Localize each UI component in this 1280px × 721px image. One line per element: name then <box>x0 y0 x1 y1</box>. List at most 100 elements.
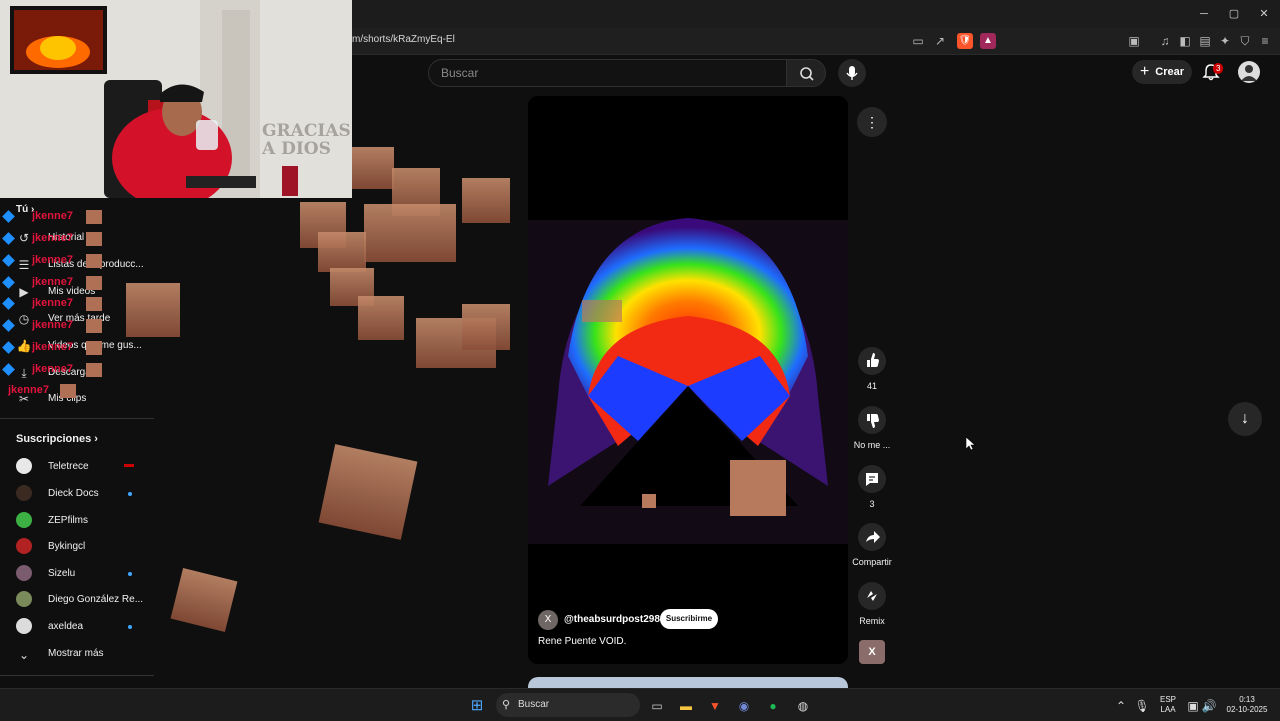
subscription-item[interactable]: Bykingcl <box>0 538 154 558</box>
subscription-name: Teletrece <box>48 461 89 472</box>
chat-username: jkenne7 <box>32 232 73 244</box>
remix-button[interactable] <box>858 582 886 610</box>
taskbar-search[interactable]: ⚲ Buscar <box>496 693 640 717</box>
channel-avatar-axeldea <box>16 618 32 634</box>
share-page-icon[interactable]: ↗ <box>932 33 948 49</box>
more-options-icon[interactable]: ⋮ <box>857 107 887 137</box>
show-more-button[interactable]: ⌄ Mostrar más <box>0 645 154 665</box>
search-icon: ⚲ <box>502 699 511 711</box>
sidebar-divider <box>0 675 154 676</box>
thumbs-up-icon <box>867 353 879 367</box>
url-text[interactable]: m/shorts/kRaZmyEq-El <box>352 34 455 45</box>
subscription-item[interactable]: Diego González Re... <box>0 591 154 611</box>
chat-emote <box>86 232 102 246</box>
subscription-item[interactable]: ZEPfilms <box>0 512 154 532</box>
reading-mode-icon[interactable]: ▣ <box>1126 33 1142 49</box>
sidebar-item-playlists[interactable]: ☰ Listas de reproducc... <box>0 255 154 275</box>
chevron-down-icon: ⌄ <box>18 648 30 662</box>
share-button[interactable] <box>858 523 886 551</box>
like-button[interactable] <box>858 347 886 375</box>
channel-avatar-zepfilms <box>16 512 32 528</box>
vpn-icon[interactable]: ⛉ <box>1237 33 1253 49</box>
new-content-dot <box>128 572 132 576</box>
subscriptions-header[interactable]: Suscripciones › <box>16 433 98 445</box>
sidebar-toggle-icon[interactable]: ◧ <box>1177 33 1193 49</box>
windows-start-icon[interactable]: ⊞ <box>468 697 486 715</box>
wall-text: GRACIAS A DIOS <box>262 121 351 159</box>
dislike-button[interactable] <box>858 406 886 434</box>
chat-emote <box>86 276 102 290</box>
channel-avatar-dieck-docs <box>16 485 32 501</box>
leo-ai-icon[interactable]: ✦ <box>1217 33 1233 49</box>
sidebar-item-downloads[interactable]: ⤓ Descargas <box>0 363 154 383</box>
minimize-button[interactable]: ─ <box>1196 6 1212 22</box>
webcam-scene <box>0 0 352 198</box>
wallet-icon[interactable]: ▤ <box>1197 33 1213 49</box>
downloads-icon: ⤓ <box>21 366 27 380</box>
channel-avatar-sizelu <box>16 565 32 581</box>
chat-username: jkenne7 <box>32 276 73 288</box>
close-window-button[interactable]: ✕ <box>1256 6 1272 22</box>
subscription-name: ZEPfilms <box>48 515 88 526</box>
channel-avatar[interactable]: X <box>538 610 558 630</box>
short-video-player[interactable]: X @theabsurdpost2988 Suscribirme Rene Pu… <box>528 96 848 664</box>
emote-image <box>462 304 510 350</box>
voice-search-button[interactable] <box>838 59 866 87</box>
emote-image <box>318 444 418 540</box>
my-videos-icon: ▶ <box>19 285 29 299</box>
file-explorer-icon[interactable]: ▬ <box>677 697 695 715</box>
subscription-item[interactable]: axeldea <box>0 618 154 638</box>
dislike-label: No me ... <box>853 440 891 450</box>
spotify-icon[interactable]: ● <box>764 697 782 715</box>
subscription-item[interactable]: Teletrece <box>0 458 154 478</box>
brave-shields-icon[interactable]: 🛡 <box>957 33 973 49</box>
share-label: Compartir <box>852 557 892 567</box>
channel-avatar-bykingcl <box>16 538 32 554</box>
media-icon[interactable]: ♫ <box>1157 33 1173 49</box>
short-title[interactable]: Rene Puente VOID. <box>538 636 626 647</box>
sidebar-item-history[interactable]: ↺ Historial <box>0 228 154 248</box>
emote-image <box>170 567 238 633</box>
task-view-icon[interactable]: ▭ <box>648 697 666 715</box>
sidebar-divider <box>0 418 154 419</box>
subscribe-button[interactable]: Suscribirme <box>660 609 718 629</box>
emote-image <box>358 296 404 340</box>
microphone-tray-icon[interactable]: 🎙 <box>1133 697 1151 715</box>
video-frame <box>528 96 848 664</box>
subscription-item[interactable]: Dieck Docs <box>0 485 154 505</box>
subscription-name: Bykingcl <box>48 541 86 552</box>
menu-icon[interactable]: ≡ <box>1257 33 1273 49</box>
comments-button[interactable] <box>858 465 886 493</box>
brave-browser-icon[interactable]: ▼ <box>706 697 724 715</box>
sound-tile[interactable]: X <box>859 640 885 664</box>
input-language[interactable]: ESP LAA <box>1158 695 1178 715</box>
show-hidden-icons-icon[interactable]: ⌃ <box>1112 697 1130 715</box>
maximize-button[interactable]: ▢ <box>1226 6 1242 22</box>
live-indicator <box>124 464 134 467</box>
chat-username: jkenne7 <box>32 363 73 375</box>
search-icon <box>800 67 814 81</box>
search-box[interactable] <box>428 59 787 87</box>
channel-handle[interactable]: @theabsurdpost2988 <box>564 614 665 625</box>
sidebar: Tú › ↺ Historial ☰ Listas de reproducc..… <box>0 198 154 688</box>
obs-icon[interactable]: ◍ <box>794 697 812 715</box>
show-more-label: Mostrar más <box>48 648 104 659</box>
clock[interactable]: 0:13 02-10-2025 <box>1222 695 1272 715</box>
discord-icon[interactable]: ◉ <box>735 697 753 715</box>
chat-emote <box>86 341 102 355</box>
sidebar-item-my-videos[interactable]: ▶ Mis videos <box>0 282 154 302</box>
thumbs-down-icon <box>867 414 879 428</box>
emote-image <box>364 204 456 262</box>
cast-icon[interactable]: ▭ <box>910 33 926 49</box>
search-button[interactable] <box>786 59 826 87</box>
next-short-arrow-icon[interactable]: ↓ <box>1228 402 1262 436</box>
subscription-item[interactable]: Sizelu <box>0 565 154 585</box>
volume-icon[interactable]: 🔊 <box>1200 697 1218 715</box>
sidebar-item-watch-later[interactable]: ◷ Ver más tarde <box>0 309 154 329</box>
user-avatar[interactable] <box>1238 61 1260 83</box>
create-button[interactable]: + Crear <box>1132 60 1192 84</box>
create-label: Crear <box>1155 66 1185 78</box>
sidebar-item-liked-videos[interactable]: 👍 Videos que me gus... <box>0 336 154 356</box>
search-input[interactable] <box>429 60 783 86</box>
brave-rewards-icon[interactable]: ▲ <box>980 33 996 49</box>
